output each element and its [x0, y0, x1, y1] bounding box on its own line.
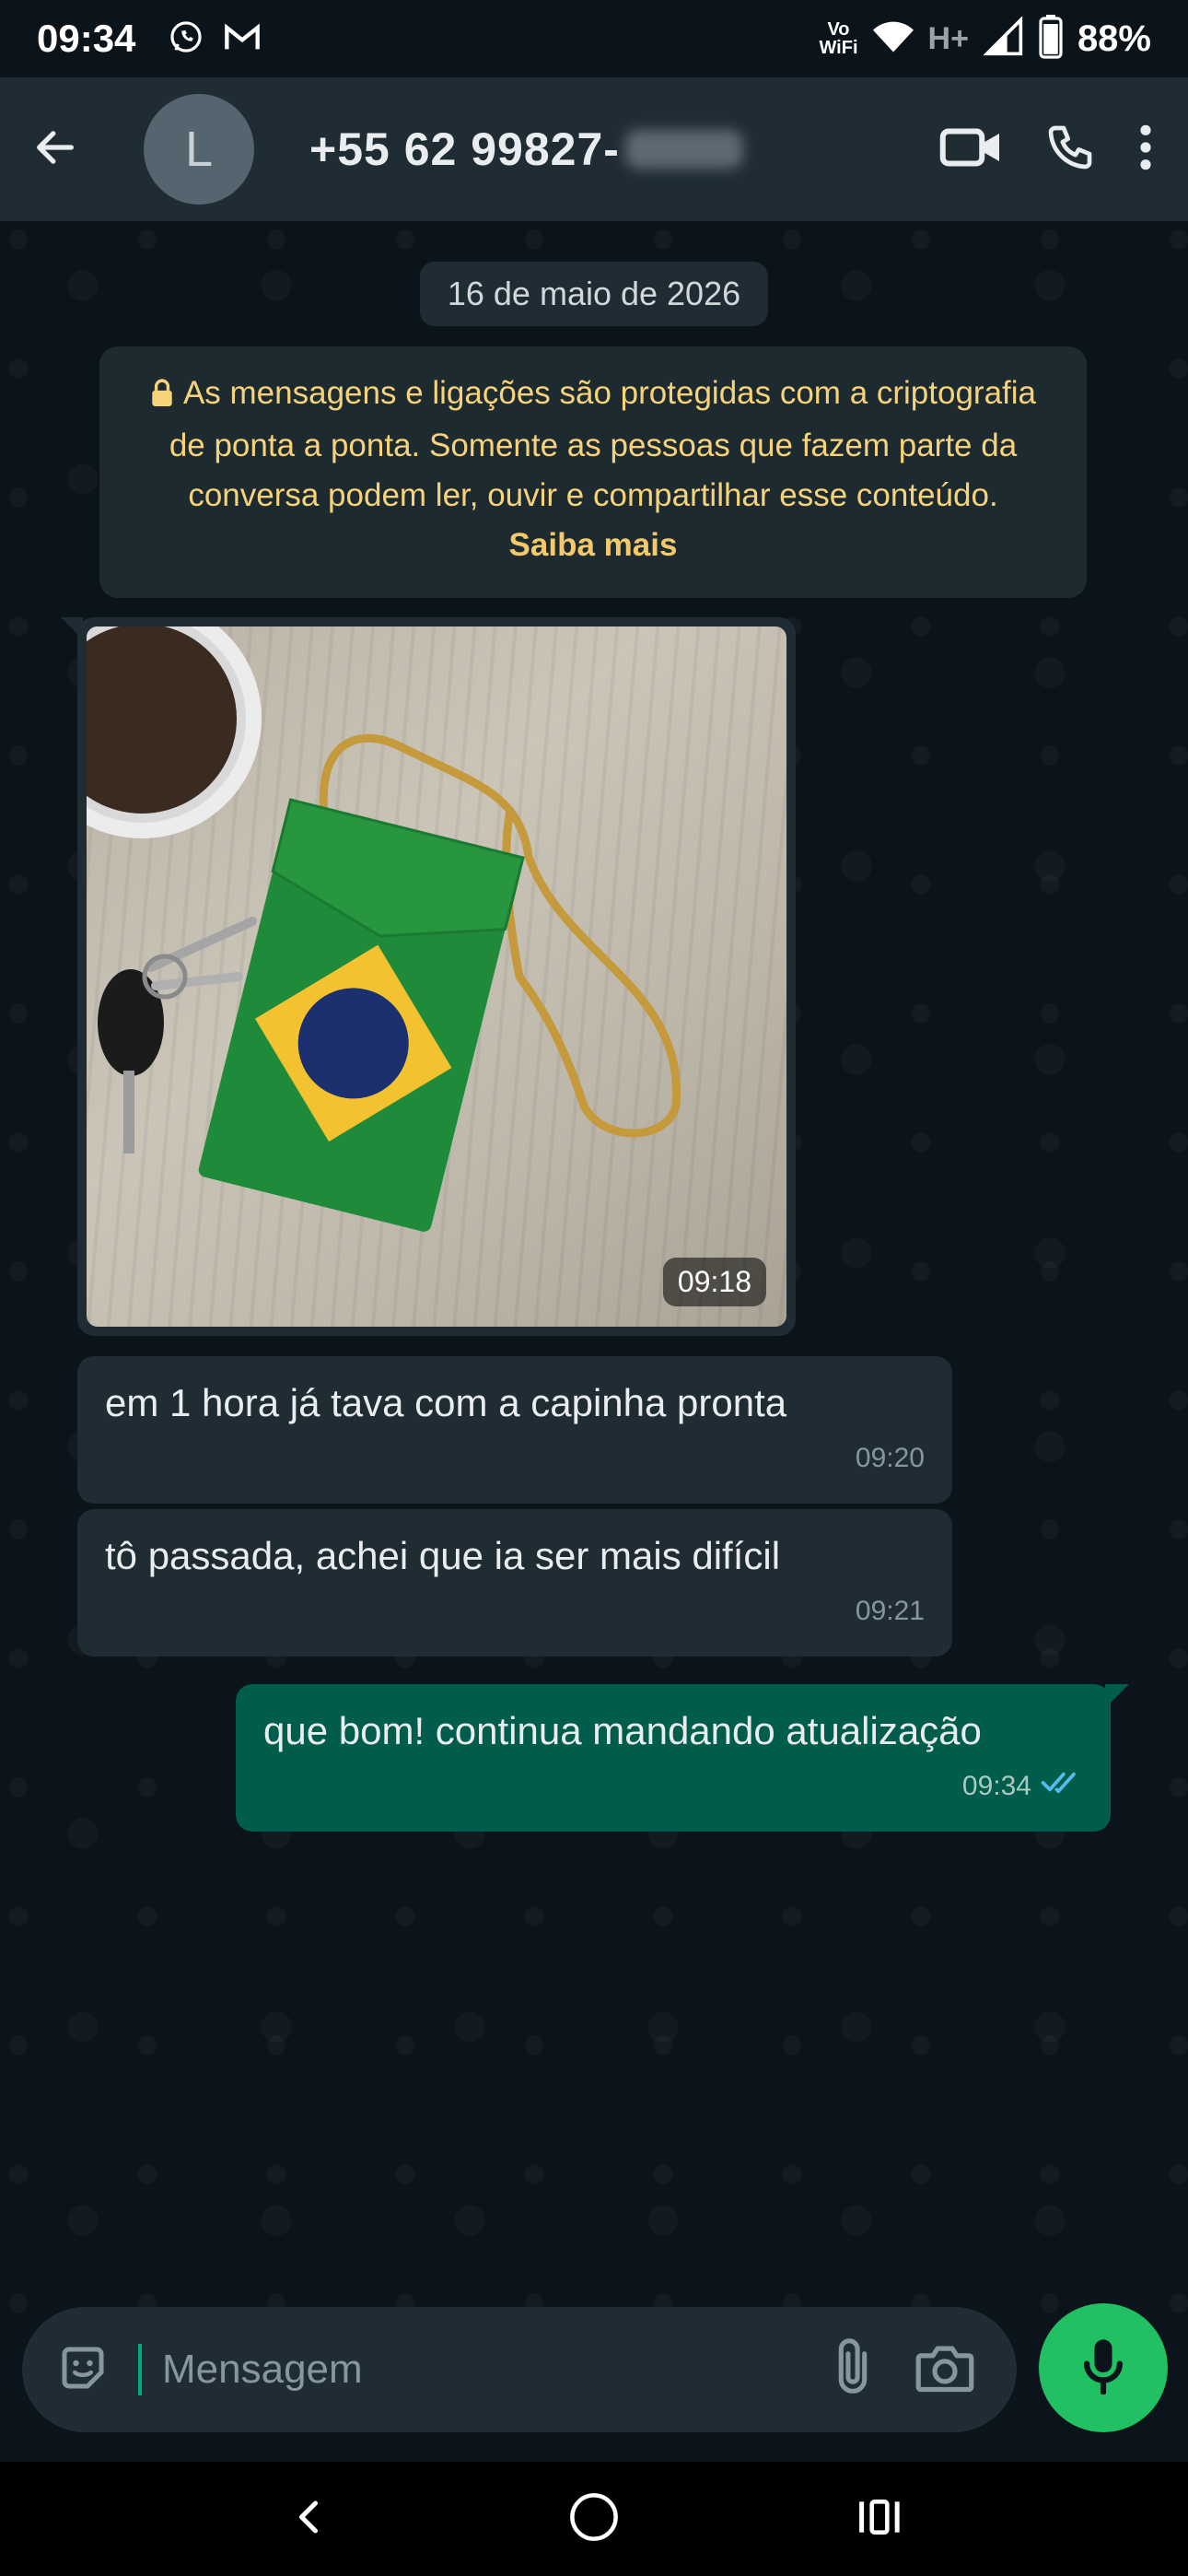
status-time: 09:34: [37, 17, 136, 60]
nav-recents-button[interactable]: [824, 2473, 935, 2565]
attach-icon: [829, 2337, 877, 2403]
message-meta: 09:21: [105, 1587, 925, 1636]
voice-call-button[interactable]: [1044, 122, 1096, 178]
header-actions: [939, 122, 1188, 178]
voice-message-button[interactable]: [1039, 2303, 1168, 2432]
status-indicators: Vo WiFi H+ 88%: [819, 14, 1151, 64]
vowifi-indicator: Vo WiFi: [819, 19, 858, 58]
back-button[interactable]: [0, 77, 111, 221]
mic-icon: [1080, 2337, 1126, 2399]
read-receipt-icon: [1041, 1762, 1083, 1811]
more-options-icon: [1136, 122, 1155, 178]
chat-messages-area[interactable]: 16 de maio de 2026 As mensagens e ligaçõ…: [0, 221, 1188, 2322]
message-outgoing-1[interactable]: que bom! continua mandando atualização 0…: [236, 1684, 1129, 1832]
image-message[interactable]: 09:18: [61, 617, 796, 1336]
message-input[interactable]: [162, 2337, 803, 2402]
whatsapp-chat-screen: 09:34 Vo WiFi H+ 88% L +55 62 99827- 16 …: [0, 0, 1188, 2576]
battery-percentage: 88%: [1077, 18, 1151, 59]
voice-call-icon: [1044, 122, 1096, 178]
photo-illustration: [87, 626, 681, 1232]
message-time: 09:34: [961, 1771, 1031, 1801]
video-call-button[interactable]: [939, 124, 1004, 175]
notification-icons: [169, 19, 261, 59]
message-time: 09:21: [855, 1596, 925, 1626]
redacted-digits: [624, 130, 743, 169]
nav-home-icon: [569, 2492, 619, 2547]
battery-icon: [1039, 14, 1063, 64]
message-meta: 09:34: [263, 1762, 1083, 1811]
message-composer: [22, 2307, 1017, 2432]
whatsapp-icon: [169, 19, 204, 59]
emoji-sticker-button[interactable]: [55, 2340, 111, 2400]
lock-icon: [150, 371, 174, 421]
system-navigation-bar: [0, 2462, 1188, 2576]
nav-back-icon: [295, 2499, 322, 2540]
learn-more-link[interactable]: Saiba mais: [509, 527, 678, 563]
emoji-sticker-icon: [55, 2340, 111, 2400]
more-options-button[interactable]: [1136, 122, 1155, 178]
back-arrow-icon: [31, 123, 79, 176]
message-text: em 1 hora já tava com a capinha pronta: [105, 1381, 787, 1424]
encryption-text: As mensagens e ligações são protegidas c…: [169, 375, 1037, 513]
camera-button[interactable]: [914, 2341, 976, 2399]
gmail-icon: [224, 21, 261, 57]
nav-back-button[interactable]: [253, 2473, 364, 2565]
chat-header: L +55 62 99827-: [0, 77, 1188, 221]
message-meta: 09:20: [105, 1434, 925, 1483]
nav-home-button[interactable]: [539, 2473, 649, 2565]
contact-name[interactable]: +55 62 99827-: [309, 123, 743, 176]
message-incoming-2[interactable]: tô passada, achei que ia ser mais difíci…: [77, 1509, 952, 1657]
message-incoming-1[interactable]: em 1 hora já tava com a capinha pronta 0…: [77, 1356, 952, 1504]
network-type: H+: [927, 20, 969, 56]
attach-button[interactable]: [829, 2337, 877, 2403]
date-separator: 16 de maio de 2026: [419, 262, 769, 326]
camera-icon: [914, 2341, 976, 2399]
video-call-icon: [939, 124, 1004, 175]
status-bar: 09:34 Vo WiFi H+ 88%: [0, 0, 1188, 77]
text-caret: [138, 2344, 142, 2395]
message-time: 09:20: [855, 1443, 925, 1473]
message-text: que bom! continua mandando atualização: [263, 1709, 982, 1752]
contact-avatar[interactable]: L: [144, 94, 254, 205]
crochet-phone-case-photo[interactable]: 09:18: [87, 626, 786, 1327]
image-timestamp: 09:18: [662, 1258, 766, 1306]
wifi-icon: [872, 21, 914, 57]
nav-recents-icon: [856, 2497, 903, 2542]
encryption-notice[interactable]: As mensagens e ligações são protegidas c…: [99, 346, 1087, 598]
signal-icon: [983, 15, 1024, 62]
contact-number: +55 62 99827-: [309, 123, 620, 175]
message-text: tô passada, achei que ia ser mais difíci…: [105, 1534, 781, 1577]
